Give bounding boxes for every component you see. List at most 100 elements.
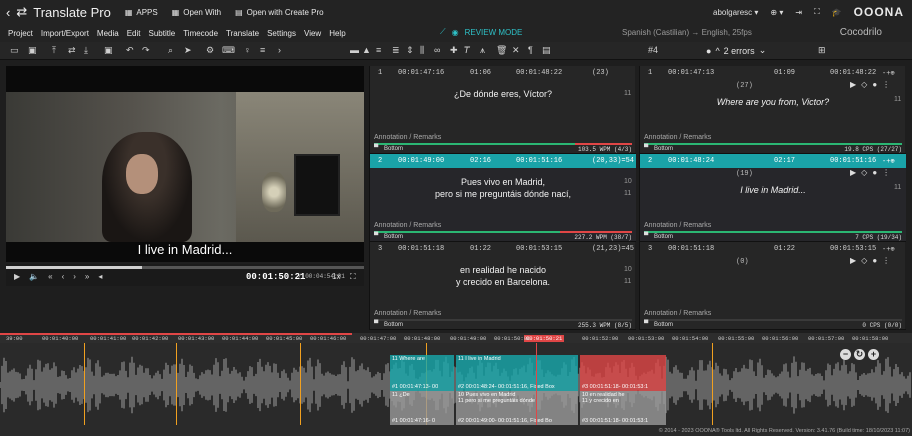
speed-button[interactable]: 1x: [332, 272, 340, 281]
prev-frame-icon[interactable]: ‹: [62, 272, 65, 281]
target-cue[interactable]: 11 I live in Madrid #2 00:01:48:24- 00:01…: [456, 355, 578, 391]
table-icon[interactable]: ▤: [542, 45, 551, 56]
check-icon[interactable]: ●: [872, 80, 877, 89]
align-lines-icon[interactable]: ≣: [392, 45, 400, 56]
menu-media[interactable]: Media: [97, 29, 119, 38]
source-cue[interactable]: 10 Pues vivo en Madrid 11 pero si me preg…: [456, 391, 578, 425]
source-row[interactable]: 3 00:01:51:18 01:22 00:01:53:15 (21,23)=45 en…: [370, 242, 636, 330]
merge-icon[interactable]: ⩚: [480, 45, 485, 56]
row-dur[interactable]: 02:17: [774, 157, 795, 165]
play-icon[interactable]: ▶: [14, 272, 20, 281]
row-in[interactable]: 00:01:48:24: [668, 157, 714, 165]
swap-icon[interactable]: ⇄: [68, 45, 76, 56]
menu-help[interactable]: Help: [329, 29, 345, 38]
tag-icon[interactable]: ◇: [861, 168, 867, 177]
menu-timecode[interactable]: Timecode: [183, 29, 218, 38]
annotation-link[interactable]: Annotation / Remarks: [374, 222, 441, 229]
source-cue[interactable]: 11 ¿De #1 00:01:47:16- 0: [390, 391, 454, 425]
menu-translate[interactable]: Translate: [226, 29, 259, 38]
forward-icon[interactable]: »: [85, 272, 89, 281]
row-out[interactable]: 00:01:48:22: [516, 69, 562, 77]
errors-dropdown[interactable]: ● ^ 2 errors ⌄: [706, 45, 766, 56]
position-label[interactable]: Bottom: [654, 146, 673, 152]
menu-view[interactable]: View: [304, 29, 321, 38]
source-text[interactable]: en realidad he nacido y crecido en Barcel…: [390, 264, 616, 288]
target-row[interactable]: 1 00:01:47:13 01:09 00:01:48:22 -+⊕ (27) ▶ ◇ ● ⋮ W…: [640, 66, 906, 154]
row-out[interactable]: 00:01:51:16: [516, 157, 562, 165]
panel-icon[interactable]: ⊞: [818, 45, 826, 56]
close-icon[interactable]: ✕: [512, 45, 520, 56]
bulb-icon[interactable]: ♀: [244, 45, 251, 55]
tag-icon[interactable]: ◇: [861, 80, 867, 89]
align-icon[interactable]: ▬: [350, 45, 359, 55]
open-with-button[interactable]: ▦ Open With: [172, 8, 221, 17]
annotation-link[interactable]: Annotation / Remarks: [644, 310, 711, 317]
exit-icon[interactable]: ⇥: [795, 8, 802, 17]
target-text[interactable]: Where are you from, Victor?: [660, 96, 886, 108]
vertical-align-icon[interactable]: ⇕: [406, 45, 414, 56]
reset-zoom-icon[interactable]: ↻: [854, 349, 865, 360]
position-label[interactable]: Bottom: [654, 322, 673, 328]
save-icon[interactable]: ▣: [28, 45, 37, 56]
education-icon[interactable]: 🎓: [832, 8, 842, 17]
more-icon[interactable]: ⋮: [882, 80, 890, 89]
align-center-icon[interactable]: ≡: [376, 45, 381, 55]
italic-icon[interactable]: 𝘛: [464, 45, 470, 56]
next-frame-icon[interactable]: ›: [73, 272, 76, 281]
redo-icon[interactable]: ↷: [142, 45, 150, 56]
row-in[interactable]: 00:01:49:00: [398, 157, 444, 165]
tag-icon[interactable]: ◇: [861, 256, 867, 265]
menu-edit[interactable]: Edit: [127, 29, 141, 38]
annotation-link[interactable]: Annotation / Remarks: [374, 310, 441, 317]
play-icon[interactable]: ▶: [850, 256, 856, 265]
target-cue[interactable]: 11 Where are #1 00:01:47:13- 00: [390, 355, 454, 391]
position-label[interactable]: Bottom: [384, 234, 403, 240]
target-row[interactable]: 3 00:01:51:18 01:22 00:01:53:15 -+⊕ (0) ▶ ◇ ● ⋮ An…: [640, 242, 906, 330]
chevron-right-icon[interactable]: ›: [278, 45, 281, 55]
seek-bar[interactable]: [6, 266, 364, 269]
source-row[interactable]: 2 00:01:49:00 02:16 00:01:51:16 (20,33)=54 Pu…: [370, 154, 636, 242]
upload-icon[interactable]: ⤒: [52, 45, 56, 56]
row-dur[interactable]: 01:22: [470, 245, 491, 253]
review-mode-toggle[interactable]: ⟋ ◉ REVIEW MODE: [440, 27, 522, 37]
annotation-link[interactable]: Annotation / Remarks: [644, 222, 711, 229]
timeline[interactable]: 00:01:50:21 − ↻ + © 2014 - 2023 OOONA® T…: [0, 333, 912, 436]
volume-icon[interactable]: 🔈: [29, 272, 39, 281]
nudge-buttons[interactable]: -+⊕: [882, 69, 895, 78]
target-cue[interactable]: #3 00:01:51:18- 00:01:53:1: [580, 355, 666, 391]
rewind-icon[interactable]: «: [48, 272, 52, 281]
play-icon[interactable]: ▶: [850, 168, 856, 177]
marker-icon[interactable]: ◂: [98, 272, 102, 281]
copy-icon[interactable]: ▣: [104, 45, 113, 56]
zoom-in-icon[interactable]: +: [868, 349, 879, 360]
add-icon[interactable]: ✚: [450, 45, 458, 56]
fullscreen-icon[interactable]: ⛶: [814, 7, 820, 17]
position-label[interactable]: Bottom: [384, 322, 403, 328]
download-icon[interactable]: ⤓: [84, 45, 88, 56]
check-icon[interactable]: ●: [872, 168, 877, 177]
row-in[interactable]: 00:01:47:13: [668, 69, 714, 77]
target-row[interactable]: 2 00:01:48:24 02:17 00:01:51:16 -+⊕ (19) ▶ ◇ ● ⋮ I…: [640, 154, 906, 242]
row-out[interactable]: 00:01:53:15: [516, 245, 562, 253]
row-in[interactable]: 00:01:47:16: [398, 69, 444, 77]
row-chars[interactable]: (20,33)=54: [592, 157, 634, 165]
menu-settings[interactable]: Settings: [267, 29, 296, 38]
new-file-icon[interactable]: ▭: [10, 45, 19, 56]
paragraph-icon[interactable]: ¶: [528, 45, 533, 55]
link-icon[interactable]: ∞: [434, 45, 440, 55]
menu-import-export[interactable]: Import/Export: [41, 29, 89, 38]
source-row[interactable]: 1 00:01:47:16 01:06 00:01:48:22 (23) ¿De dónd…: [370, 66, 636, 154]
source-cue[interactable]: 10 en realidad he 11 y crecido en #3 00:01…: [580, 391, 666, 425]
row-chars[interactable]: (23): [592, 69, 609, 77]
position-icon[interactable]: ▲: [362, 45, 371, 55]
trash-icon[interactable]: 🗑: [496, 45, 507, 56]
row-out[interactable]: 00:01:51:16: [830, 157, 876, 165]
more-icon[interactable]: ⋮: [882, 168, 890, 177]
keyboard-icon[interactable]: ⌨: [222, 45, 235, 56]
row-in[interactable]: 00:01:51:18: [668, 245, 714, 253]
row-chars[interactable]: (21,23)=45: [592, 245, 634, 253]
user-menu[interactable]: abolgaresc ▾: [713, 8, 758, 17]
split-icon[interactable]: ⫼: [420, 45, 424, 56]
menu-subtitle[interactable]: Subtitle: [149, 29, 176, 38]
open-create-button[interactable]: ▤ Open with Create Pro: [235, 8, 324, 17]
